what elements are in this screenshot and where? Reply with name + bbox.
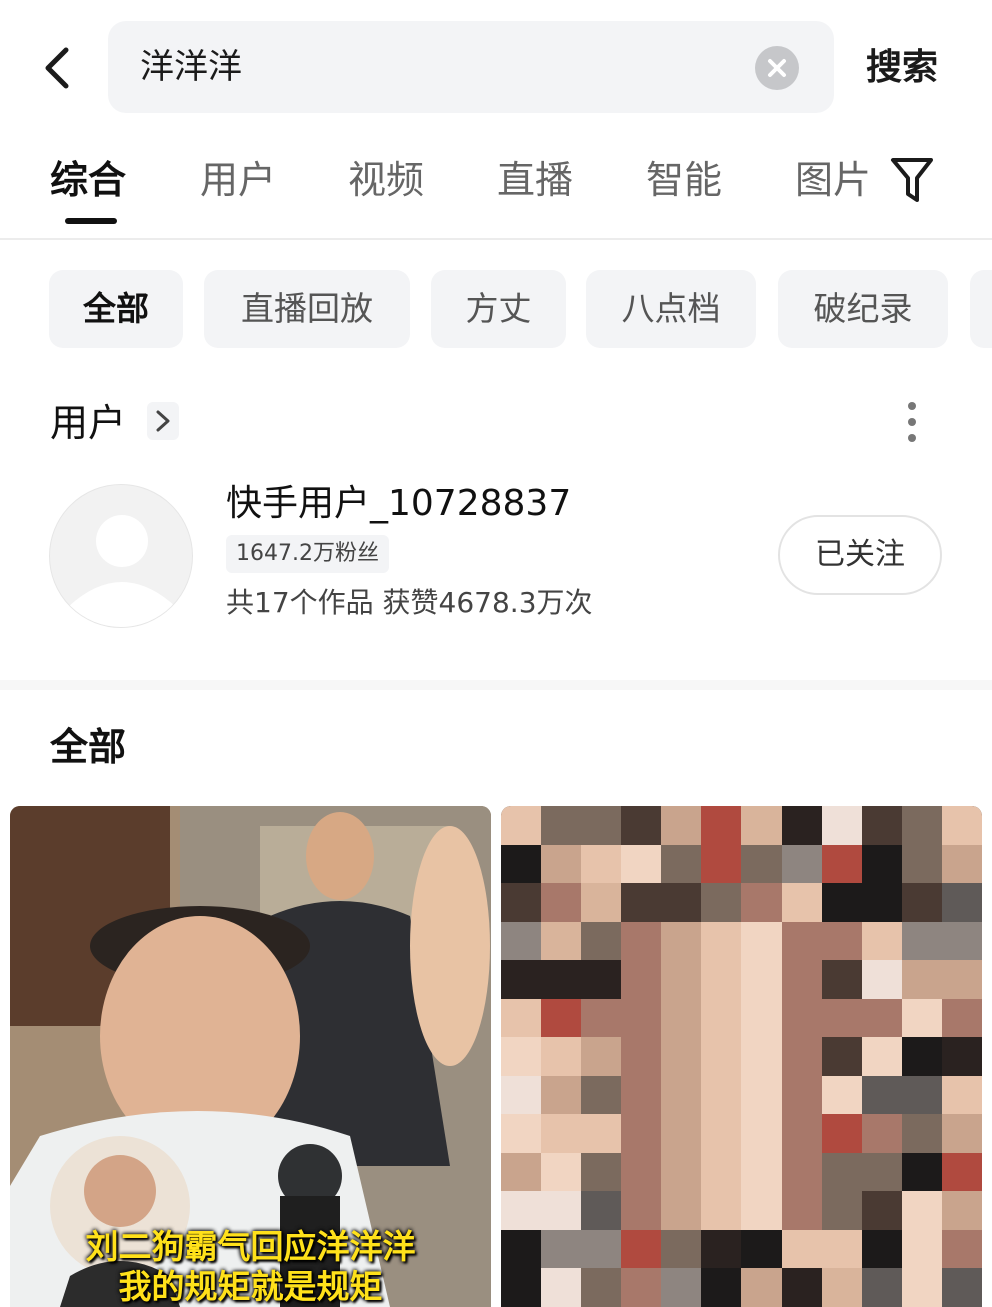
chip-fangzhang[interactable]: 方丈	[431, 270, 566, 348]
fans-count-badge: 1647.2万粉丝	[226, 535, 389, 573]
default-avatar-icon[interactable]	[49, 484, 193, 628]
clear-icon[interactable]	[755, 46, 799, 90]
search-button[interactable]: 搜索	[866, 44, 938, 92]
video-card[interactable]: 刘二狗霸气回应洋洋洋 我的规矩就是规矩	[10, 806, 491, 1307]
tab-images[interactable]: 图片	[795, 154, 871, 206]
search-tabs: 综合 用户 视频 直播 智能 图片	[0, 140, 992, 240]
blurred-thumbnail	[501, 806, 982, 1307]
chip-live-replay[interactable]: 直播回放	[204, 270, 410, 348]
chip-prime-time[interactable]: 八点档	[586, 270, 756, 348]
chevron-left-icon[interactable]	[38, 44, 78, 92]
active-tab-indicator	[65, 218, 117, 224]
chip-overflow[interactable]	[970, 270, 992, 348]
more-vertical-icon[interactable]	[898, 400, 926, 444]
chip-record[interactable]: 破纪录	[778, 270, 948, 348]
tab-smart[interactable]: 智能	[646, 154, 722, 206]
user-stats: 共17个作品 获赞4678.3万次	[226, 586, 593, 619]
user-name[interactable]: 快手用户_10728837	[226, 480, 571, 528]
section-divider	[0, 680, 992, 690]
filter-icon[interactable]	[890, 156, 934, 206]
tab-videos[interactable]: 视频	[348, 154, 424, 206]
follow-button[interactable]: 已关注	[778, 515, 942, 595]
search-query-text: 洋洋洋	[140, 47, 242, 87]
tab-live[interactable]: 直播	[497, 154, 573, 206]
filter-chips: 全部 直播回放 方丈 八点档 破纪录	[0, 270, 992, 350]
search-header: 洋洋洋 搜索	[0, 0, 992, 130]
tab-comprehensive[interactable]: 综合	[50, 154, 126, 206]
chevron-right-icon[interactable]	[147, 402, 179, 440]
video-caption: 刘二狗霸气回应洋洋洋 我的规矩就是规矩	[85, 1227, 416, 1306]
all-results-title: 全部	[50, 725, 127, 769]
chip-all[interactable]: 全部	[49, 270, 183, 348]
search-input[interactable]: 洋洋洋	[108, 21, 834, 113]
tab-users[interactable]: 用户	[200, 154, 276, 206]
users-section-title[interactable]: 用户	[50, 398, 126, 448]
video-card[interactable]	[501, 806, 982, 1307]
